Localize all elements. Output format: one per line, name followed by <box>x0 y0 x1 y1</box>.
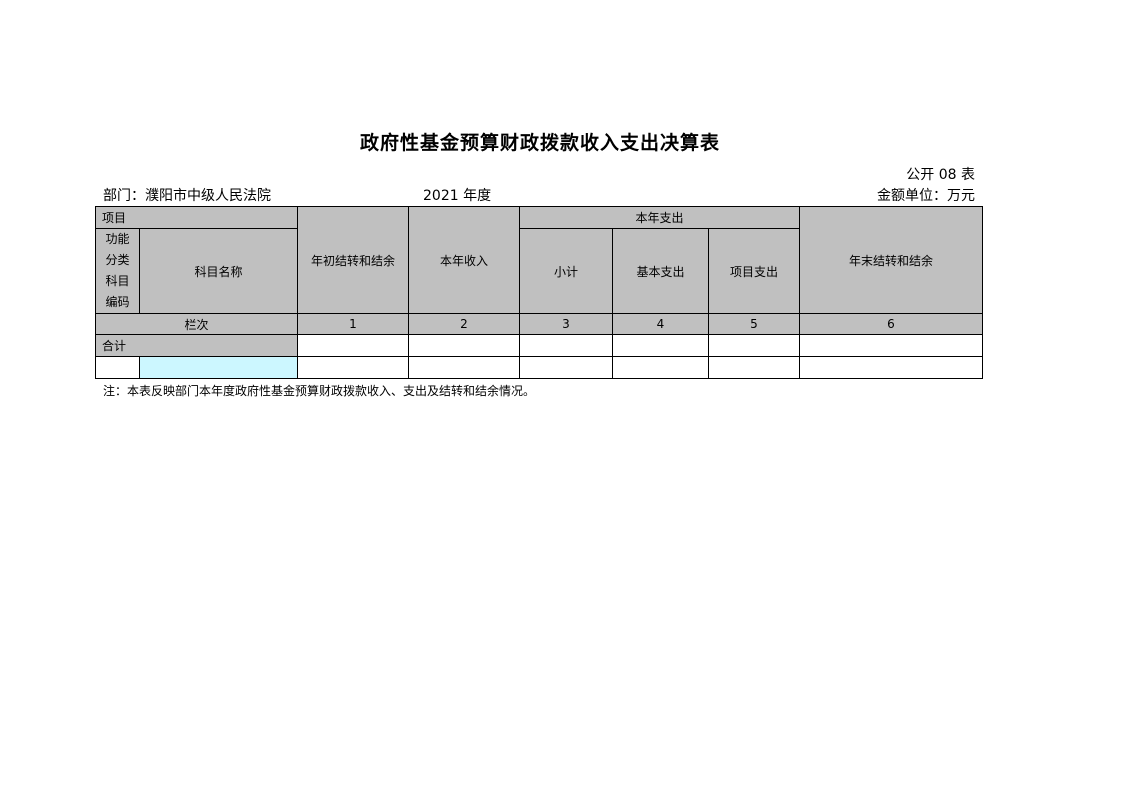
header-project-expense: 项目支出 <box>708 228 800 314</box>
table-cell[interactable] <box>799 334 983 357</box>
column-number: 5 <box>708 313 800 335</box>
column-number: 1 <box>297 313 409 335</box>
column-number: 3 <box>519 313 613 335</box>
column-number: 6 <box>799 313 983 335</box>
header-current-expense: 本年支出 <box>519 206 800 229</box>
table-cell[interactable] <box>519 356 613 379</box>
function-code-line: 分类 <box>105 253 130 267</box>
budget-table: 项目 年初结转和结余 本年收入 本年支出 年末结转和结余 功能 分类 科目 编码… <box>95 206 983 379</box>
table-cell[interactable] <box>612 356 709 379</box>
table-cell[interactable] <box>408 334 520 357</box>
header-closing-balance: 年末结转和结余 <box>799 206 983 314</box>
table-cell[interactable] <box>95 356 140 379</box>
header-basic-expense: 基本支出 <box>612 228 709 314</box>
column-index-label: 栏次 <box>95 313 298 335</box>
header-subtotal: 小计 <box>519 228 613 314</box>
table-cell[interactable] <box>297 334 409 357</box>
form-number: 公开 08 表 <box>906 167 975 183</box>
header-subject-name: 科目名称 <box>139 228 298 314</box>
header-project: 项目 <box>95 206 298 229</box>
table-cell[interactable] <box>799 356 983 379</box>
column-number: 2 <box>408 313 520 335</box>
header-function-code: 功能 分类 科目 编码 <box>95 228 140 314</box>
subject-name-input-cell[interactable] <box>139 356 298 379</box>
page-title: 政府性基金预算财政拨款收入支出决算表 <box>359 132 720 154</box>
header-opening-balance: 年初结转和结余 <box>297 206 409 314</box>
table-cell[interactable] <box>408 356 520 379</box>
table-cell[interactable] <box>297 356 409 379</box>
table-cell[interactable] <box>708 334 800 357</box>
header-current-income: 本年收入 <box>408 206 520 314</box>
function-code-line: 功能 <box>105 232 130 246</box>
column-number: 4 <box>612 313 709 335</box>
fiscal-year: 2021 年度 <box>423 188 492 204</box>
total-label: 合计 <box>95 334 298 357</box>
table-cell[interactable] <box>519 334 613 357</box>
table-row <box>95 356 983 379</box>
table-row: 合计 <box>95 334 983 357</box>
footnote: 注：本表反映部门本年度政府性基金预算财政拨款收入、支出及结转和结余情况。 <box>103 384 536 398</box>
amount-unit: 金额单位：万元 <box>877 188 975 204</box>
function-code-line: 编码 <box>105 295 130 309</box>
department-label: 部门：濮阳市中级人民法院 <box>103 188 271 204</box>
function-code-line: 科目 <box>105 274 130 288</box>
table-cell[interactable] <box>708 356 800 379</box>
table-cell[interactable] <box>612 334 709 357</box>
